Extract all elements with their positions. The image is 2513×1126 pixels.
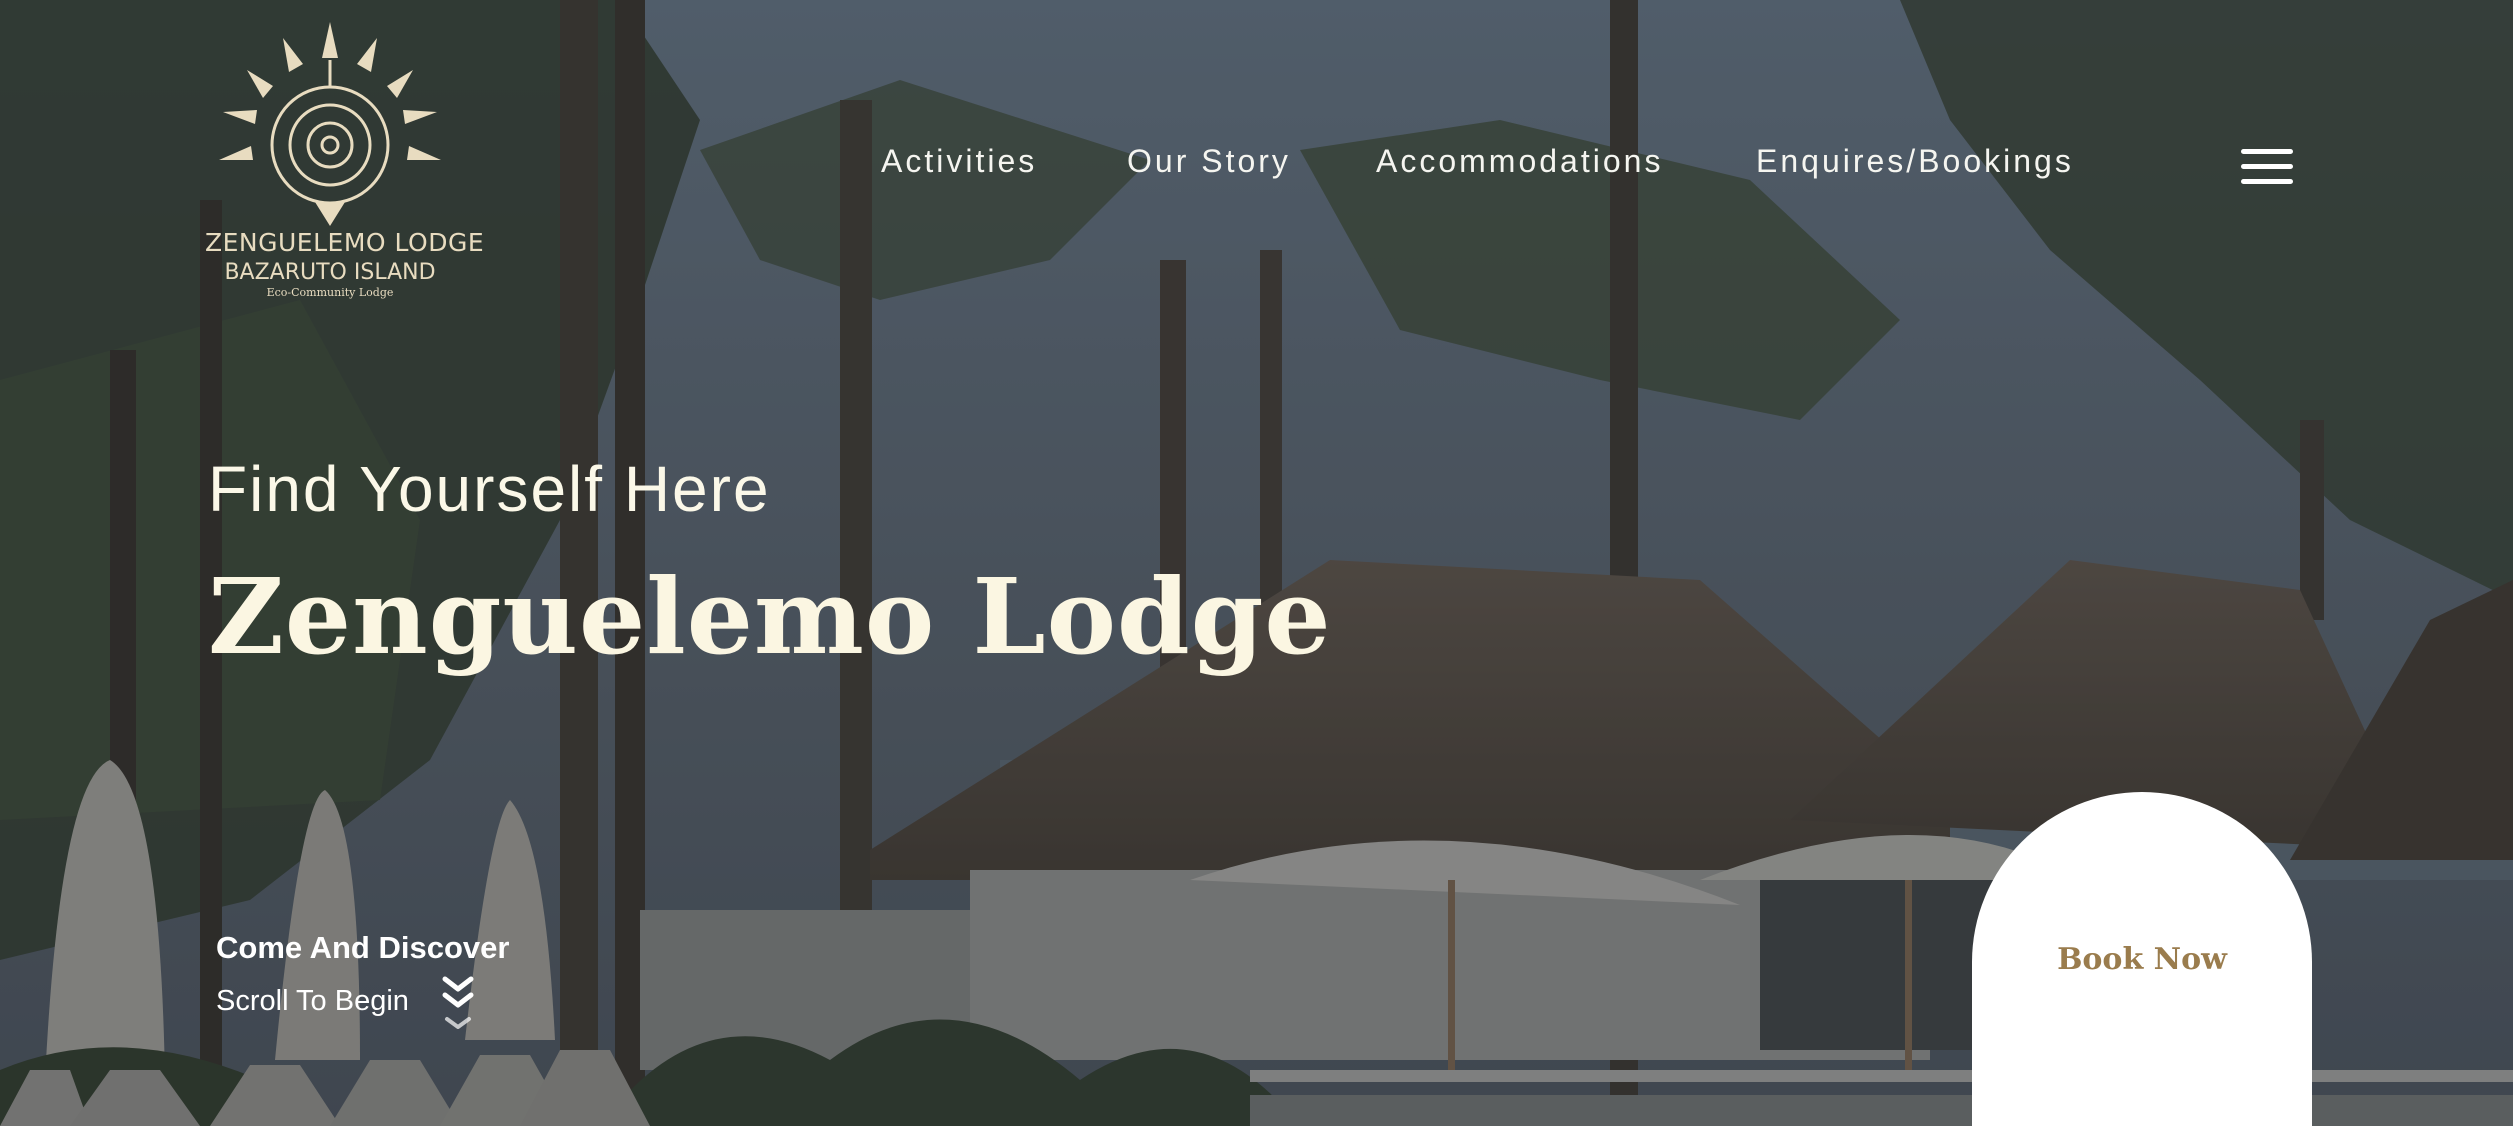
- hero-title: Zenguelemo Lodge: [208, 555, 1332, 678]
- double-chevron-down-icon[interactable]: [441, 975, 475, 1037]
- hero-section: ZENGUELEMO LODGE BAZARUTO ISLAND Eco-Com…: [0, 0, 2513, 1126]
- book-now-button[interactable]: Book Now: [1972, 792, 2312, 1126]
- brand-location: BAZARUTO ISLAND: [224, 260, 436, 285]
- nav-link-our-story[interactable]: Our Story: [1127, 143, 1291, 180]
- discover-label: Come And Discover: [216, 930, 510, 965]
- scroll-to-begin-link[interactable]: Scroll To Begin: [216, 985, 409, 1018]
- nav-link-enquires-bookings[interactable]: Enquires/Bookings: [1756, 143, 2074, 180]
- brand-tagline: Eco-Community Lodge: [266, 286, 394, 299]
- hero-subtitle: Find Yourself Here: [208, 453, 771, 525]
- book-now-label: Book Now: [2057, 942, 2227, 977]
- main-nav: Activities Our Story Accommodations Enqu…: [0, 143, 2513, 189]
- hamburger-menu-icon[interactable]: [2238, 145, 2296, 189]
- sun-turtle-logo-icon: [219, 22, 441, 226]
- brand-name: ZENGUELEMO LODGE: [205, 228, 485, 257]
- nav-link-accommodations[interactable]: Accommodations: [1376, 143, 1663, 180]
- nav-link-activities[interactable]: Activities: [881, 143, 1037, 180]
